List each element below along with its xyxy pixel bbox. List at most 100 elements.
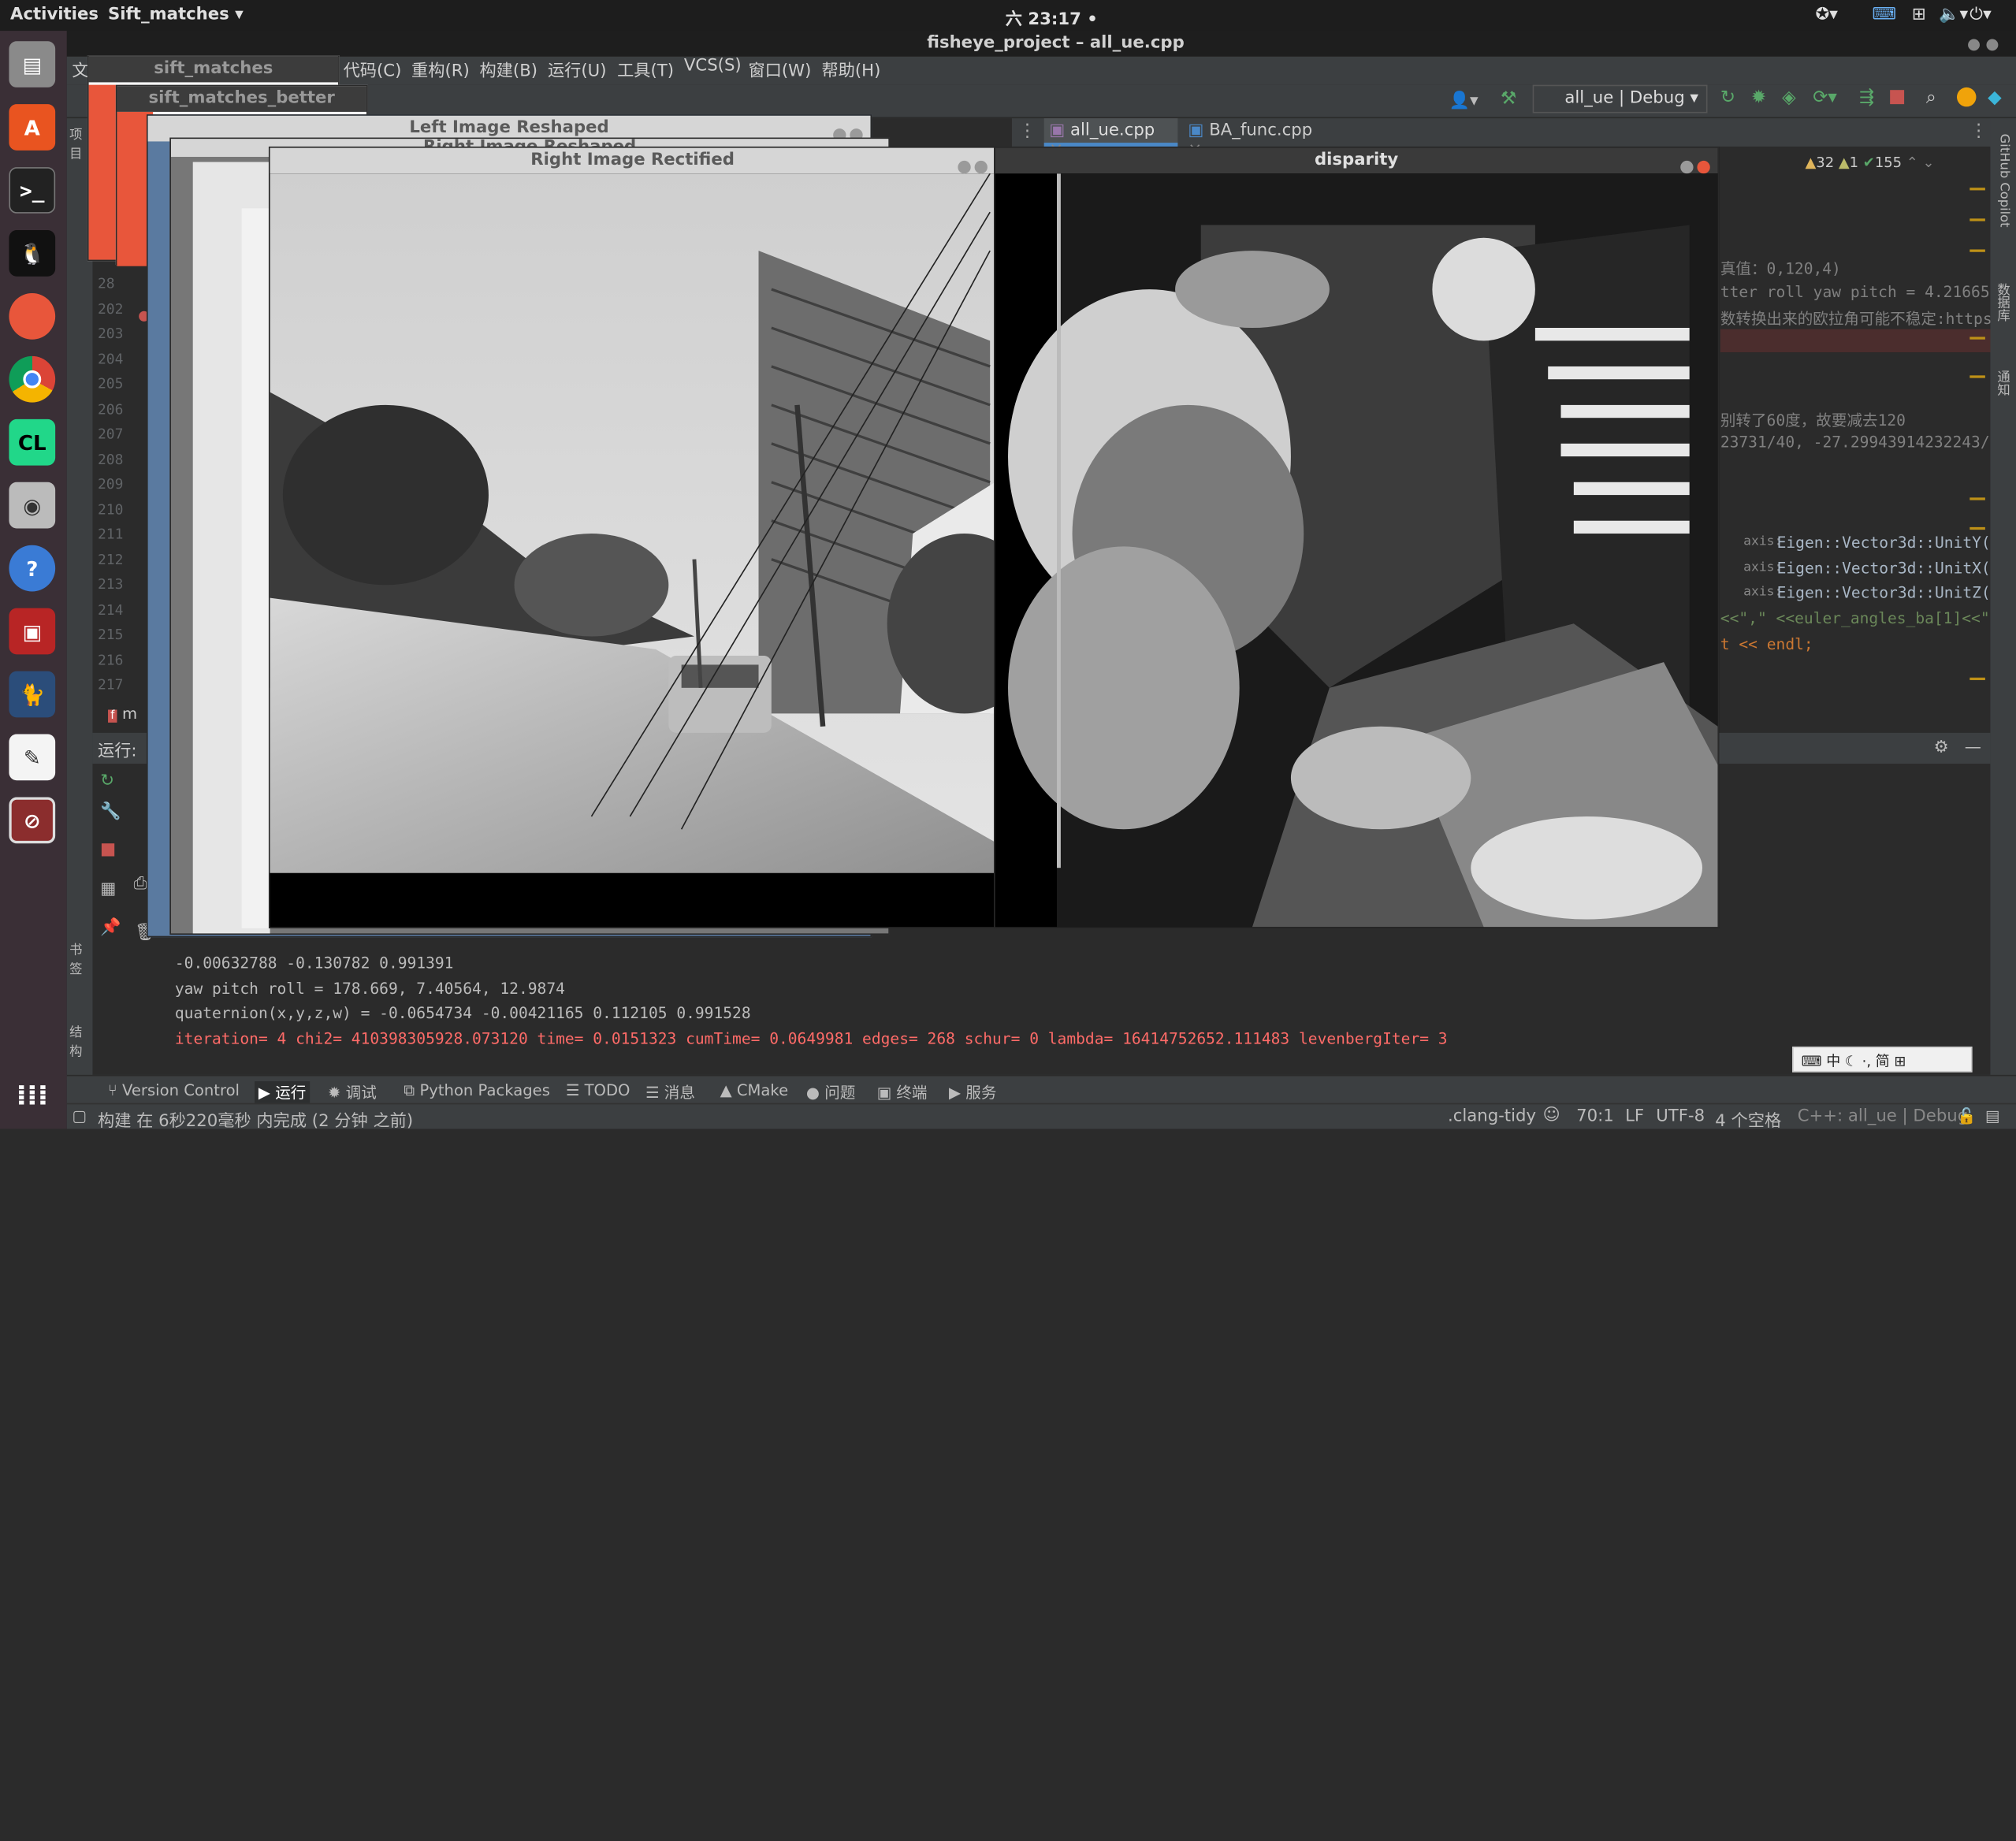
rerun-icon[interactable]: ↻ bbox=[100, 772, 114, 790]
activities-button[interactable]: Activities bbox=[10, 6, 99, 24]
menu-file[interactable]: 文 bbox=[72, 57, 88, 80]
software-center-icon[interactable]: A bbox=[9, 104, 56, 151]
menu-window[interactable]: 窗口(W) bbox=[748, 57, 811, 80]
accessibility-icon[interactable]: ✪▾ bbox=[1816, 6, 1838, 24]
status-line-sep[interactable]: LF bbox=[1625, 1107, 1644, 1126]
plugin-icon[interactable]: ◆ bbox=[1988, 87, 2002, 108]
menu-help[interactable]: 帮助(H) bbox=[821, 57, 880, 80]
status-clang-tidy[interactable]: .clang-tidy bbox=[1448, 1107, 1536, 1126]
print-icon[interactable]: ⎙ bbox=[134, 874, 147, 893]
tab-debug[interactable]: ✹ 调试 bbox=[328, 1081, 377, 1103]
app-menu[interactable]: Sift_matches ▾ bbox=[108, 6, 244, 24]
attach-icon[interactable]: ⇶ bbox=[1859, 87, 1874, 108]
line-number: 213 bbox=[97, 575, 124, 593]
database-tool[interactable]: 数据库 bbox=[1994, 283, 2011, 322]
tab-ba-func[interactable]: ▣ BA_func.cpp × bbox=[1183, 118, 1327, 159]
volume-icon[interactable]: 🔈▾ bbox=[1939, 6, 1968, 24]
power-icon[interactable]: ⏻▾ bbox=[1970, 6, 1991, 24]
bookmarks-tool[interactable]: 书签 bbox=[69, 939, 87, 976]
memory-icon[interactable]: ▤ bbox=[1985, 1107, 2000, 1125]
cat-app-icon[interactable]: 🐈 bbox=[9, 671, 56, 718]
coverage-icon[interactable]: ◈ bbox=[1782, 87, 1796, 108]
window-disparity[interactable]: disparity bbox=[994, 146, 1720, 928]
help-icon[interactable]: ? bbox=[9, 545, 56, 592]
line-number: 208 bbox=[97, 451, 124, 468]
user-icon[interactable]: 👤▾ bbox=[1449, 91, 1479, 110]
debug-icon[interactable]: ✹ bbox=[1751, 87, 1766, 108]
show-apps-icon[interactable]: ⁞⁞⁞ bbox=[9, 1073, 55, 1119]
run-settings-icon[interactable]: ⚙ bbox=[1934, 738, 1949, 757]
project-tool[interactable]: 项目 bbox=[69, 124, 87, 162]
files-icon[interactable]: ▤ bbox=[9, 41, 56, 87]
lock-icon[interactable]: 🔓 bbox=[1957, 1107, 1976, 1125]
layout-icon[interactable]: ▦ bbox=[100, 880, 116, 898]
tab-python-packages[interactable]: ⧉ Python Packages bbox=[404, 1081, 550, 1100]
copilot-status-icon[interactable]: ☺ bbox=[1543, 1106, 1560, 1125]
code-comment-1: 真值：0,120,4) bbox=[1720, 259, 1841, 278]
pin-icon[interactable]: 📌 bbox=[100, 918, 121, 937]
run-stop-icon[interactable] bbox=[101, 843, 115, 857]
remmina-icon[interactable]: ▣ bbox=[9, 608, 56, 655]
qq-icon[interactable]: 🐧 bbox=[9, 230, 56, 277]
menu-code[interactable]: 代码(C) bbox=[344, 57, 402, 80]
ime-toolbar[interactable]: ⌨ 中 ☾ ·, 简 ⊞ bbox=[1792, 1046, 1973, 1073]
menu-tools[interactable]: 工具(T) bbox=[617, 57, 674, 80]
tab-run[interactable]: ▶ 运行 bbox=[255, 1081, 311, 1103]
tab-messages[interactable]: ☰ 消息 bbox=[645, 1081, 695, 1103]
tabs-menu-icon[interactable]: ⋮ bbox=[1018, 121, 1036, 141]
chrome-icon[interactable] bbox=[9, 355, 56, 403]
clion-icon[interactable]: CL bbox=[9, 418, 56, 466]
tab-problems[interactable]: ● 问题 bbox=[806, 1081, 856, 1103]
tab-cmake[interactable]: ▲ CMake bbox=[720, 1081, 789, 1099]
notifications-tool[interactable]: 通知 bbox=[1994, 370, 2011, 396]
tab-version-control[interactable]: ⑂ Version Control bbox=[108, 1081, 240, 1099]
wrench-icon[interactable]: 🔧 bbox=[100, 802, 121, 821]
profile-icon[interactable]: ⟳▾ bbox=[1813, 87, 1837, 108]
status-encoding[interactable]: UTF-8 bbox=[1656, 1107, 1705, 1126]
run-minimize-icon[interactable]: — bbox=[1965, 738, 1981, 757]
error-stripe[interactable] bbox=[1970, 183, 1988, 697]
run-icon[interactable]: ↻ bbox=[1720, 87, 1735, 108]
window-disparity-title[interactable]: disparity bbox=[995, 147, 1718, 174]
status-indent[interactable]: 4 个空格 bbox=[1715, 1107, 1781, 1131]
inspection-widget[interactable]: ▲32 ▲1 ✔155 ⌃ ⌄ bbox=[1805, 154, 1934, 171]
copilot-tool[interactable]: GitHub Copilot bbox=[1996, 134, 2011, 228]
update-icon[interactable] bbox=[1956, 87, 1977, 107]
status-caret[interactable]: 70:1 bbox=[1576, 1107, 1614, 1126]
menu-vcs[interactable]: VCS(S) bbox=[684, 57, 742, 76]
editor-menu-icon[interactable]: ⋮ bbox=[1970, 121, 1988, 141]
input-method-icon[interactable]: ⌨ bbox=[1872, 6, 1896, 24]
line-number: 206 bbox=[97, 400, 124, 418]
tab-todo[interactable]: ☰ TODO bbox=[566, 1081, 630, 1099]
stacked-window-edge-2 bbox=[241, 208, 270, 928]
camera-icon[interactable]: ◉ bbox=[9, 482, 56, 529]
terminal-icon[interactable]: >_ bbox=[9, 167, 56, 214]
window-right-rectified-title[interactable]: Right Image Rectified bbox=[270, 147, 995, 174]
stop-icon[interactable] bbox=[1890, 90, 1905, 105]
structure-tool[interactable]: 结构 bbox=[69, 1021, 87, 1059]
file-item[interactable]: f m bbox=[108, 705, 137, 723]
run-config-select[interactable]: all_ue | Debug ▾ bbox=[1532, 84, 1708, 113]
menu-build[interactable]: 构建(B) bbox=[480, 57, 538, 80]
network-icon[interactable]: ⊞ bbox=[1912, 6, 1926, 24]
tab-services[interactable]: ▶ 服务 bbox=[949, 1081, 996, 1103]
typos-count: 155 bbox=[1874, 154, 1903, 171]
menu-refactor[interactable]: 重构(R) bbox=[411, 57, 470, 80]
clock[interactable]: 六 23:17 • bbox=[1006, 6, 1098, 30]
build-hammer-icon[interactable]: ⚒ bbox=[1501, 89, 1516, 110]
window-right-rectified[interactable]: Right Image Rectified bbox=[268, 146, 997, 928]
window-sift-matches-better-title[interactable]: sift_matches_better bbox=[117, 86, 366, 112]
tab-all-ue[interactable]: ▣ all_ue.cpp × bbox=[1043, 118, 1178, 159]
file-item-label: m bbox=[121, 705, 138, 723]
tab-terminal[interactable]: ▣ 终端 bbox=[877, 1081, 928, 1103]
text-editor-icon[interactable]: ✎ bbox=[9, 734, 56, 781]
firefox-icon[interactable] bbox=[9, 292, 56, 340]
line-number: 202 bbox=[97, 300, 124, 318]
status-square-icon[interactable]: ▢ bbox=[72, 1107, 87, 1125]
search-icon[interactable]: ⌕ bbox=[1926, 87, 1936, 108]
status-context[interactable]: C++: all_ue | Debug bbox=[1798, 1107, 1968, 1126]
menu-run[interactable]: 运行(U) bbox=[548, 57, 607, 80]
status-message[interactable]: 构建 在 6秒220毫秒 内完成 (2 分钟 之前) bbox=[98, 1107, 413, 1131]
window-sift-matches-title[interactable]: sift_matches bbox=[88, 56, 339, 83]
app-window-icon[interactable]: ⊘ bbox=[9, 797, 56, 844]
